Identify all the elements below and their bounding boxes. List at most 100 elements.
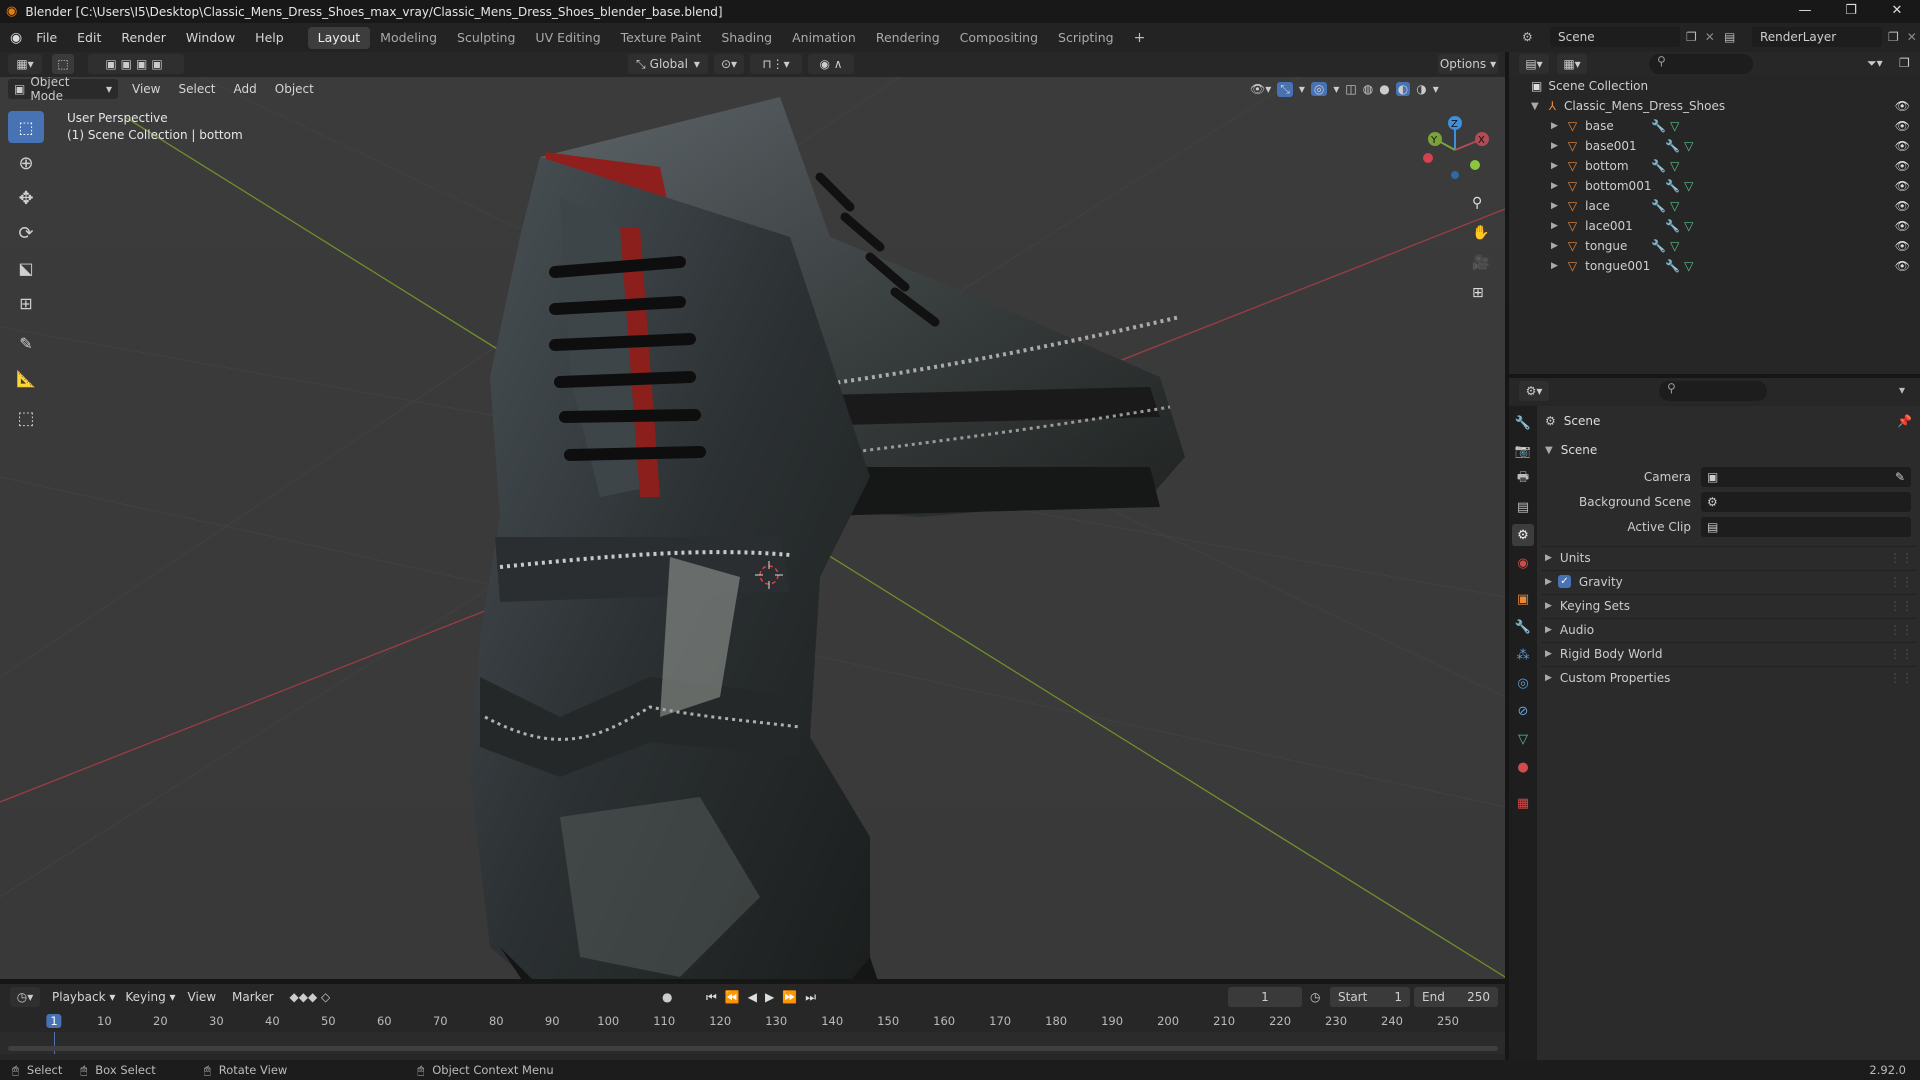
tab-rendering[interactable]: Rendering (866, 27, 950, 49)
filter-icon[interactable]: ⏷▾ (1867, 56, 1883, 71)
prev-keyframe-icon[interactable]: ⏪ (725, 990, 740, 1005)
options-dropdown[interactable]: Options ▾ (1438, 54, 1498, 74)
scene-type-icon[interactable]: ⚙ (1522, 30, 1550, 44)
pin-icon[interactable]: 📌 (1897, 414, 1912, 428)
next-keyframe-icon[interactable]: ⏩ (782, 990, 797, 1005)
gravity-checkbox[interactable]: ✓ (1557, 575, 1571, 588)
outliner-object-row[interactable]: ▶ ▽ base001 🔧 ▽ 👁 (1509, 136, 1920, 156)
texture-tab-icon[interactable]: ▦ (1512, 792, 1534, 814)
outliner-search-input[interactable]: ⚲ (1649, 54, 1753, 74)
visibility-eye-icon[interactable]: 👁 (1895, 139, 1910, 153)
transform-orientation-dropdown[interactable]: ⤡ Global ▾ (628, 54, 708, 74)
outliner-object-row[interactable]: ▶ ▽ tongue001 🔧 ▽ 👁 (1509, 256, 1920, 276)
outliner-collection[interactable]: ▼ ⅄ Classic_Mens_Dress_Shoes 👁 (1509, 96, 1920, 116)
object-mode-dropdown[interactable]: ▣ Object Mode ▾ (8, 77, 118, 103)
subpanel-custom-properties[interactable]: ▶ Custom Properties ⋮⋮ (1541, 666, 1917, 688)
expand-arrow-icon[interactable]: ▶ (1551, 221, 1558, 231)
expand-arrow-icon[interactable]: ▶ (1551, 201, 1558, 211)
modifier-wrench-icon[interactable]: 🔧 (1665, 219, 1680, 233)
data-tab-icon[interactable]: ▽ (1512, 728, 1534, 750)
material-shading-icon[interactable]: ◐ (1395, 82, 1411, 96)
ortho-toggle-icon[interactable]: ⊞ (1472, 285, 1484, 301)
modifier-wrench-icon[interactable]: 🔧 (1651, 199, 1666, 213)
subpanel-audio[interactable]: ▶ Audio ⋮⋮ (1541, 618, 1917, 640)
expand-arrow-icon[interactable]: ▶ (1551, 181, 1558, 191)
drag-handle-icon[interactable]: ⋮⋮ (1889, 623, 1913, 637)
modifier-wrench-icon[interactable]: 🔧 (1651, 159, 1666, 173)
outliner-object-row[interactable]: ▶ ▽ bottom001 🔧 ▽ 👁 (1509, 176, 1920, 196)
modifier-wrench-icon[interactable]: 🔧 (1665, 179, 1680, 193)
visibility-eye-icon[interactable]: 👁 (1895, 99, 1910, 113)
modifier-wrench-icon[interactable]: 🔧 (1665, 139, 1680, 153)
menu-object[interactable]: Object (275, 82, 314, 96)
visibility-icon[interactable]: 👁▾ (1250, 82, 1271, 96)
proportional-edit-icon[interactable]: ◉ ∧ (808, 54, 854, 74)
close-button[interactable]: ✕ (1874, 0, 1920, 23)
keyframe-icons[interactable]: ◆◆◆ ◇ (290, 990, 331, 1004)
new-scene-icon[interactable]: ❐ (1686, 30, 1697, 44)
select-box-tool[interactable]: ⬚ (8, 111, 44, 143)
chevron-down-icon[interactable]: ▾ (1333, 82, 1339, 96)
outliner-object-row[interactable]: ▶ ▽ lace 🔧 ▽ 👁 (1509, 196, 1920, 216)
physics-tab-icon[interactable]: ◎ (1512, 672, 1534, 694)
mesh-data-icon[interactable]: ▽ (1684, 179, 1693, 193)
visibility-eye-icon[interactable]: 👁 (1895, 179, 1910, 193)
visibility-eye-icon[interactable]: 👁 (1895, 119, 1910, 133)
visibility-eye-icon[interactable]: 👁 (1895, 259, 1910, 273)
outliner-object-row[interactable]: ▶ ▽ bottom 🔧 ▽ 👁 (1509, 156, 1920, 176)
display-mode-button[interactable]: ▦▾ (1557, 54, 1587, 74)
mesh-data-icon[interactable]: ▽ (1670, 239, 1679, 253)
gizmo-toggle-icon[interactable]: ⤡ (1277, 81, 1293, 97)
tool-tab-icon[interactable]: 🔧 (1512, 412, 1534, 434)
mesh-data-icon[interactable]: ▽ (1670, 119, 1679, 133)
menu-window[interactable]: Window (176, 30, 245, 45)
outliner-object-row[interactable]: ▶ ▽ lace001 🔧 ▽ 👁 (1509, 216, 1920, 236)
visibility-eye-icon[interactable]: 👁 (1895, 159, 1910, 173)
xray-icon[interactable]: ◫ (1345, 82, 1356, 96)
maximize-button[interactable]: ❐ (1828, 0, 1874, 23)
rotate-tool[interactable]: ⟳ (8, 217, 44, 249)
tab-animation[interactable]: Animation (782, 27, 866, 49)
tab-texture-paint[interactable]: Texture Paint (611, 27, 712, 49)
modifier-wrench-icon[interactable]: 🔧 (1651, 239, 1666, 253)
navigation-gizmo[interactable]: Z X Y (1420, 115, 1490, 185)
jump-end-icon[interactable]: ⏭ (805, 990, 816, 1005)
delete-view-layer-icon[interactable]: ✕ (1907, 30, 1917, 44)
timeline-editor-type-button[interactable]: ◷▾ (10, 987, 40, 1007)
drag-handle-icon[interactable]: ⋮⋮ (1889, 671, 1913, 685)
current-frame-marker[interactable]: 1 (46, 1014, 62, 1028)
overlay-toggle-icon[interactable]: ◎ (1310, 82, 1328, 96)
outliner-object-row[interactable]: ▶ ▽ tongue 🔧 ▽ 👁 (1509, 236, 1920, 256)
transform-tool[interactable]: ⊞ (8, 287, 44, 319)
visibility-eye-icon[interactable]: 👁 (1895, 219, 1910, 233)
view-layer-tab-icon[interactable]: ▤ (1512, 496, 1534, 518)
menu-add[interactable]: Add (234, 82, 257, 96)
expand-arrow-icon[interactable]: ▶ (1551, 121, 1558, 131)
chevron-down-icon[interactable]: ▾ (1433, 82, 1439, 96)
preview-range-icon[interactable]: ◷ (1310, 990, 1320, 1004)
mesh-data-icon[interactable]: ▽ (1684, 219, 1693, 233)
outliner-object-row[interactable]: ▶ ▽ base 🔧 ▽ 👁 (1509, 116, 1920, 136)
measure-tool[interactable]: 📐 (8, 362, 44, 394)
chevron-down-icon[interactable]: ▾ (1899, 383, 1905, 397)
expand-arrow-icon[interactable]: ▶ (1551, 161, 1558, 171)
menu-help[interactable]: Help (245, 30, 294, 45)
tab-uv-editing[interactable]: UV Editing (525, 27, 610, 49)
visibility-eye-icon[interactable]: 👁 (1895, 239, 1910, 253)
material-tab-icon[interactable]: ● (1512, 756, 1534, 778)
chevron-down-icon[interactable]: ▾ (1299, 82, 1305, 96)
subpanel-keying-sets[interactable]: ▶ Keying Sets ⋮⋮ (1541, 594, 1917, 616)
menu-file[interactable]: File (26, 30, 67, 45)
expand-arrow-icon[interactable]: ▼ (1531, 101, 1539, 112)
view-layer-icon[interactable]: ▤ (1724, 30, 1752, 44)
keying-menu[interactable]: Keying ▾ (125, 990, 175, 1004)
modifier-wrench-icon[interactable]: 🔧 (1665, 259, 1680, 273)
tab-layout[interactable]: Layout (307, 26, 371, 49)
subpanel-gravity[interactable]: ▶ ✓ Gravity ⋮⋮ (1541, 570, 1917, 592)
drag-handle-icon[interactable]: ⋮⋮ (1889, 599, 1913, 613)
3d-viewport[interactable]: ▣ Object Mode ▾ View Select Add Object 👁… (0, 77, 1505, 979)
drag-handle-icon[interactable]: ⋮⋮ (1889, 575, 1913, 589)
tab-modeling[interactable]: Modeling (370, 27, 447, 49)
menu-render[interactable]: Render (111, 30, 176, 45)
tab-scripting[interactable]: Scripting (1048, 27, 1124, 49)
